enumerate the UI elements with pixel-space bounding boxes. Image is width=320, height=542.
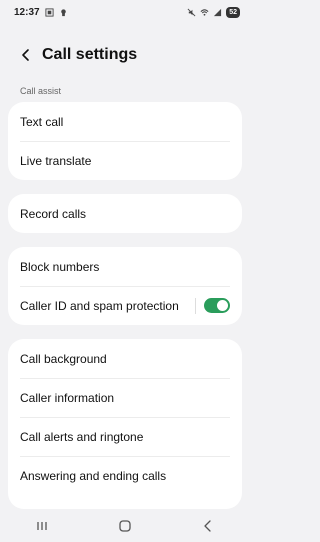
row-label: Call background xyxy=(20,351,107,366)
row-label: Answering and ending calls xyxy=(20,468,167,483)
section-label-call-assist: Call assist xyxy=(20,86,62,96)
row-caller-information[interactable]: Caller information xyxy=(8,378,242,417)
row-live-translate[interactable]: Live translate xyxy=(8,141,242,180)
back-icon xyxy=(204,520,211,532)
mute-icon xyxy=(187,8,196,16)
vertical-divider xyxy=(195,297,196,314)
status-time: 12:37 xyxy=(14,6,40,18)
card-call-assist: Text call Live translate xyxy=(8,102,242,180)
recent-apps-icon xyxy=(37,522,47,530)
back-button[interactable] xyxy=(16,45,36,65)
header: Call settings xyxy=(0,40,250,70)
back-arrow-icon xyxy=(22,49,29,61)
row-record-calls[interactable]: Record calls xyxy=(8,194,242,233)
caller-id-toggle[interactable] xyxy=(204,298,230,313)
row-label: Live translate xyxy=(20,153,92,168)
card-record: Record calls xyxy=(8,194,242,233)
status-right: 52 xyxy=(187,6,240,18)
row-label: Text call xyxy=(20,114,64,129)
row-label: Call alerts and ringtone xyxy=(20,429,144,444)
nav-bar xyxy=(0,510,250,542)
row-call-background[interactable]: Call background xyxy=(8,339,242,378)
screenshot-icon xyxy=(45,7,54,17)
wifi-icon xyxy=(200,8,209,16)
status-bar: 12:37 52 xyxy=(0,0,250,24)
row-label: Record calls xyxy=(20,206,87,221)
row-label: Block numbers xyxy=(20,259,100,274)
home-icon xyxy=(119,520,131,532)
row-label: Caller information xyxy=(20,390,115,405)
row-block-numbers[interactable]: Block numbers xyxy=(8,247,242,286)
row-answering-ending[interactable]: Answering and ending calls xyxy=(8,456,242,495)
status-left: 12:37 xyxy=(14,7,68,18)
toggle-knob xyxy=(217,300,228,311)
notification-icon xyxy=(60,8,66,16)
signal-icon xyxy=(214,8,222,16)
nav-back-button[interactable] xyxy=(193,514,223,538)
row-caller-id[interactable]: Caller ID and spam protection xyxy=(8,286,242,325)
recent-apps-button[interactable] xyxy=(27,514,57,538)
row-call-alerts[interactable]: Call alerts and ringtone xyxy=(8,417,242,456)
card-misc: Call background Caller information Call … xyxy=(8,339,242,509)
page-title: Call settings xyxy=(42,46,138,63)
toggle-wrap xyxy=(195,297,230,314)
battery-icon: 52 xyxy=(226,6,240,18)
home-button[interactable] xyxy=(110,514,140,538)
card-block: Block numbers Caller ID and spam protect… xyxy=(8,247,242,325)
row-text-call[interactable]: Text call xyxy=(8,102,242,141)
row-label: Caller ID and spam protection xyxy=(20,298,179,313)
